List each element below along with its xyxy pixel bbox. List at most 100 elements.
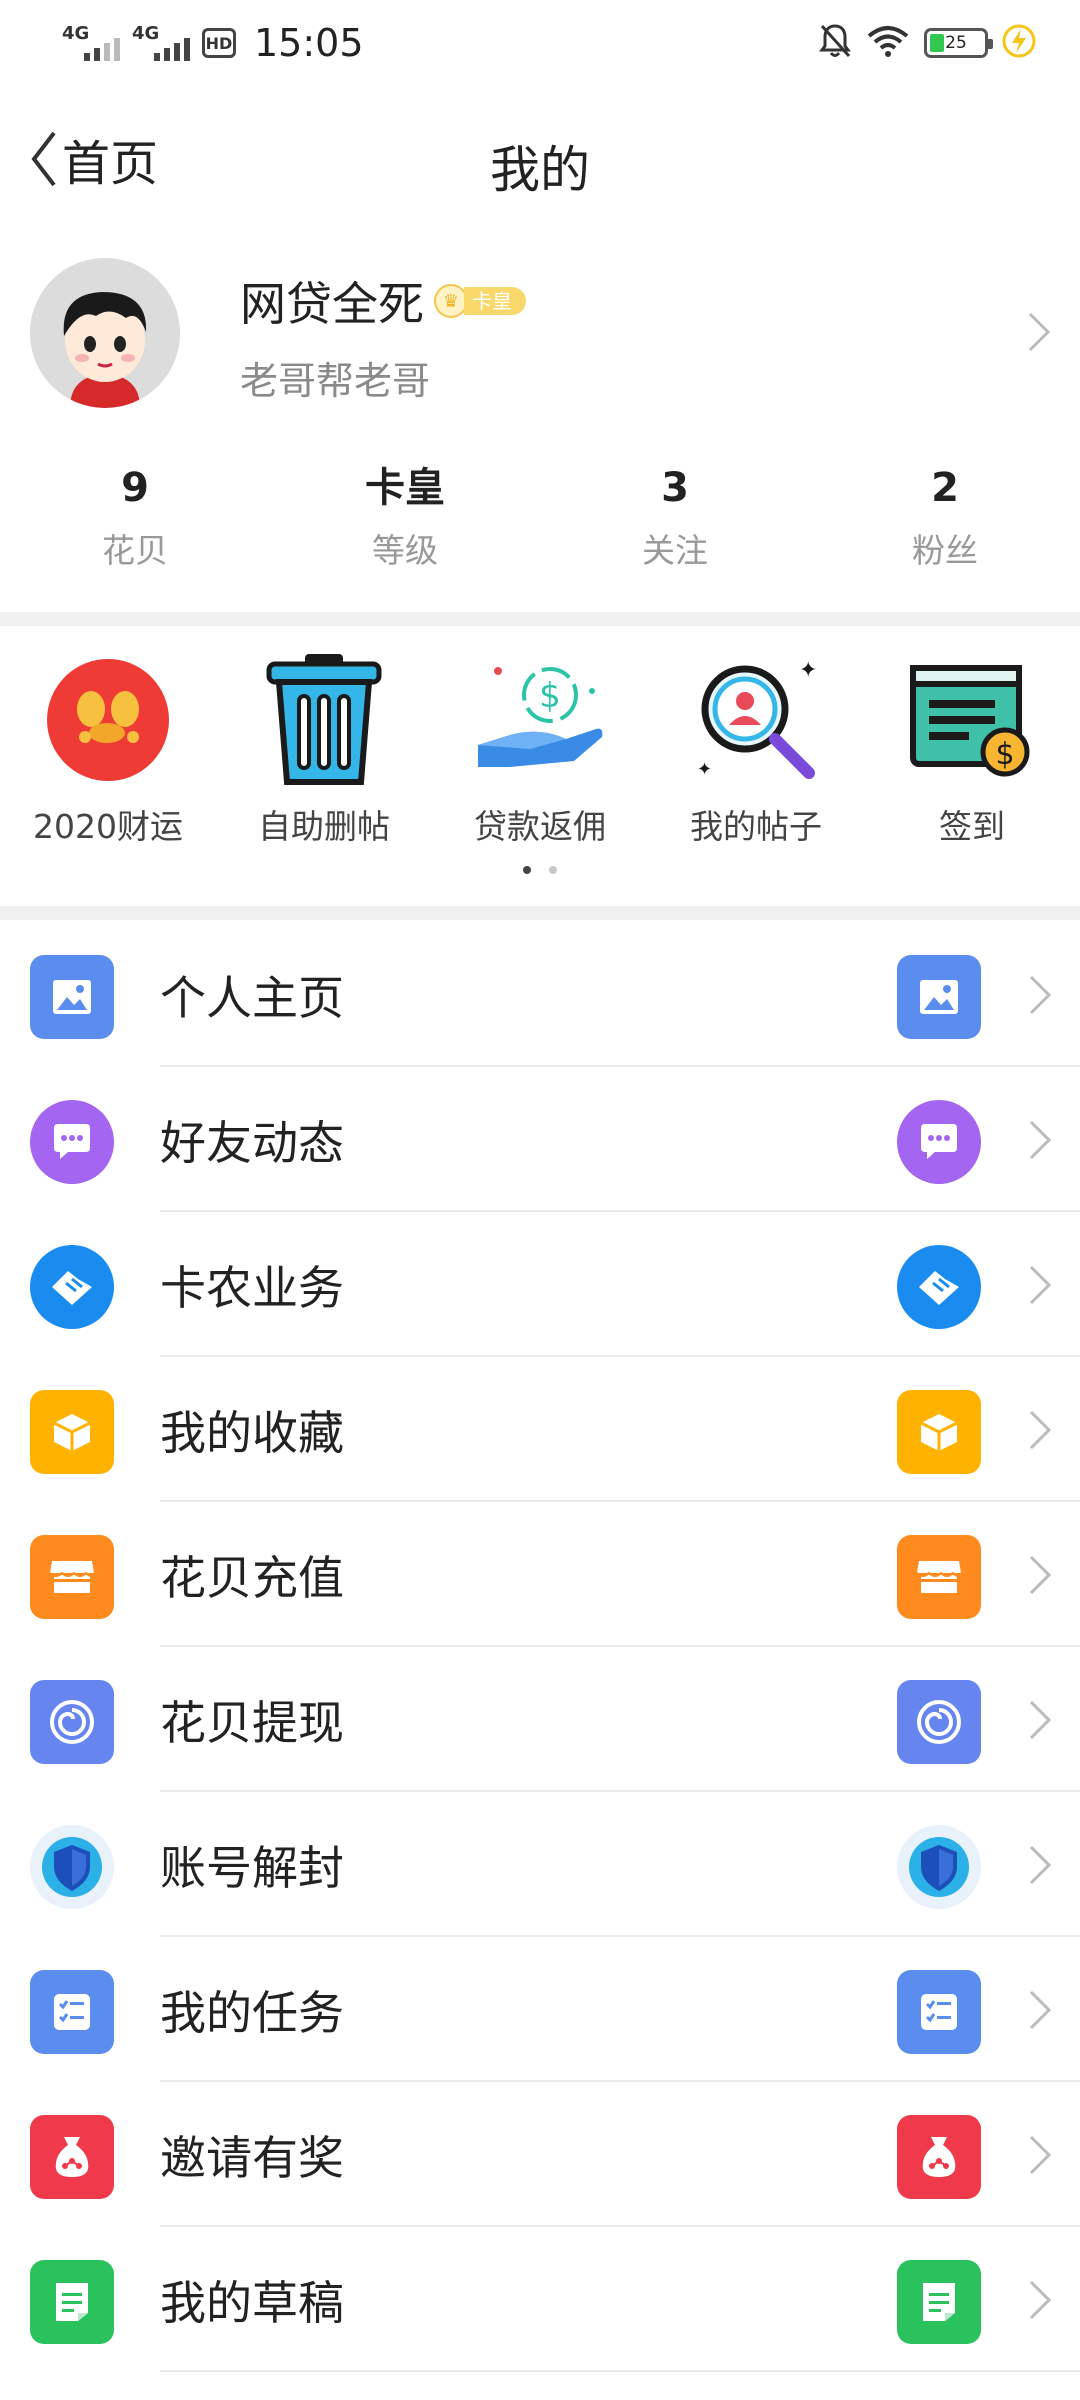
stat-value: 3 [661, 465, 689, 511]
lucky-envelope-icon [47, 659, 169, 781]
quick-item-label: 2020财运 [33, 807, 183, 846]
stat-value: 2 [931, 465, 959, 511]
page-dot-active [523, 866, 531, 874]
quick-item-my-posts[interactable]: ✦ ✦ 我的帖子 [648, 640, 864, 860]
chat-bubble-icon [30, 1100, 114, 1184]
battery-icon: 25 [924, 28, 993, 58]
stat-huabei[interactable]: 9 花贝 [0, 460, 270, 590]
section-divider [0, 612, 1080, 626]
menu-item-label: 我的草稿 [160, 2276, 344, 2330]
task-list-icon [897, 1970, 981, 2054]
user-signature: 老哥帮老哥 [240, 359, 431, 403]
menu-item-homepage[interactable]: 个人主页 [0, 922, 1080, 1067]
cellular-signal-icon: 4G [62, 21, 120, 65]
chevron-right-icon [1029, 1845, 1052, 1885]
chevron-right-icon [1029, 1120, 1052, 1160]
cellular-signal-icon: 4G [132, 21, 190, 65]
search-user-icon: ✦ ✦ [697, 658, 817, 780]
chevron-right-icon [1029, 975, 1052, 1015]
menu-item-my-tasks[interactable]: 我的任务 [0, 1937, 1080, 2082]
stat-label: 花贝 [102, 531, 168, 570]
menu-item-label: 我的任务 [160, 1986, 344, 2040]
stat-label: 等级 [372, 531, 438, 570]
stat-label: 粉丝 [912, 531, 978, 570]
menu-item-friend-feed[interactable]: 好友动态 [0, 1067, 1080, 1212]
bell-off-icon [818, 22, 852, 64]
avatar[interactable] [30, 258, 180, 408]
battery-level: 25 [945, 33, 967, 53]
chevron-right-icon [1029, 2135, 1052, 2175]
nav-bar: 首页 我的 [0, 100, 1080, 220]
wifi-icon [866, 24, 910, 62]
stat-followers[interactable]: 2 粉丝 [810, 460, 1080, 590]
svg-text:✦: ✦ [799, 658, 817, 683]
quick-item-label: 自助删帖 [258, 807, 390, 846]
svg-text:✦: ✦ [697, 759, 712, 780]
menu-item-account-unblock[interactable]: 账号解封 [0, 1792, 1080, 1937]
menu-item-label: 花贝充值 [160, 1551, 344, 1605]
stat-label: 关注 [642, 531, 708, 570]
stat-value: 9 [121, 465, 149, 511]
level-badge-text: 卡皇 [464, 287, 526, 315]
menu-item-kanong-business[interactable]: 卡农业务 [0, 1212, 1080, 1357]
money-bag-icon [897, 2115, 981, 2199]
menu-item-label: 邀请有奖 [160, 2131, 344, 2185]
menu-list: 个人主页 好友动态 卡农业务 我的收藏 花贝充值 花贝提现 账号解封 我的任务 … [0, 922, 1080, 2372]
stat-value: 卡皇 [365, 465, 445, 511]
profile-stats: 9 花贝 卡皇 等级 3 关注 2 粉丝 [0, 460, 1080, 590]
store-icon [30, 1535, 114, 1619]
svg-text:$: $ [539, 676, 561, 716]
draft-icon [30, 2260, 114, 2344]
menu-item-label: 个人主页 [160, 971, 344, 1025]
charging-icon [1002, 24, 1036, 62]
level-badge: ♛ 卡皇 [434, 284, 526, 318]
chevron-right-icon [1029, 1700, 1052, 1740]
task-list-icon [30, 1970, 114, 2054]
quick-item-loan-rebate[interactable]: $ 贷款返佣 [432, 640, 648, 860]
page-title: 我的 [490, 141, 590, 199]
menu-item-invite-reward[interactable]: 邀请有奖 [0, 2082, 1080, 2227]
crown-icon: ♛ [434, 284, 468, 318]
shield-icon [30, 1825, 114, 1909]
clock: 15:05 [254, 21, 364, 65]
quick-item-label: 签到 [939, 807, 1005, 846]
checkin-screen-icon: $ [910, 665, 1030, 777]
menu-item-label: 我的收藏 [160, 1406, 344, 1460]
menu-item-huabei-withdraw[interactable]: 花贝提现 [0, 1647, 1080, 1792]
quick-item-label: 贷款返佣 [474, 807, 606, 846]
stat-following[interactable]: 3 关注 [540, 460, 810, 590]
menu-item-label: 账号解封 [160, 1841, 344, 1895]
store-icon [897, 1535, 981, 1619]
menu-item-favorites[interactable]: 我的收藏 [0, 1357, 1080, 1502]
chevron-right-icon [1029, 2280, 1052, 2320]
picture-icon [897, 955, 981, 1039]
menu-item-label: 花贝提现 [160, 1696, 344, 1750]
profile-card[interactable]: 网贷全死 ♛ 卡皇 老哥帮老哥 [0, 240, 1080, 420]
section-divider [0, 906, 1080, 920]
quick-item-checkin[interactable]: $ 签到 [864, 640, 1080, 860]
username: 网贷全死 [240, 277, 424, 331]
money-bag-icon [30, 2115, 114, 2199]
quick-item-delete-post[interactable]: 自助删帖 [216, 640, 432, 860]
menu-item-huabei-recharge[interactable]: 花贝充值 [0, 1502, 1080, 1647]
menu-item-label: 好友动态 [160, 1116, 344, 1170]
spiral-icon [30, 1680, 114, 1764]
chevron-right-icon [1029, 1410, 1052, 1450]
quick-actions: 2020财运 自助删帖 $ 贷款返佣 ✦ ✦ 我的帖子 $ 签到 [0, 640, 1080, 860]
draft-icon [897, 2260, 981, 2344]
stat-level[interactable]: 卡皇 等级 [270, 460, 540, 590]
hd-voice-icon: HD [202, 28, 236, 58]
handshake-icon [30, 1245, 114, 1329]
box-icon [30, 1390, 114, 1474]
handshake-icon [897, 1245, 981, 1329]
menu-item-label: 卡农业务 [160, 1261, 344, 1315]
page-dot [549, 866, 557, 874]
shield-icon [897, 1825, 981, 1909]
quick-item-fortune[interactable]: 2020财运 [0, 640, 216, 860]
menu-item-drafts[interactable]: 我的草稿 [0, 2227, 1080, 2372]
spiral-icon [897, 1680, 981, 1764]
quick-item-label: 我的帖子 [690, 807, 822, 846]
trash-can-icon [266, 654, 382, 785]
page-indicator [0, 866, 1080, 874]
chat-bubble-icon [897, 1100, 981, 1184]
